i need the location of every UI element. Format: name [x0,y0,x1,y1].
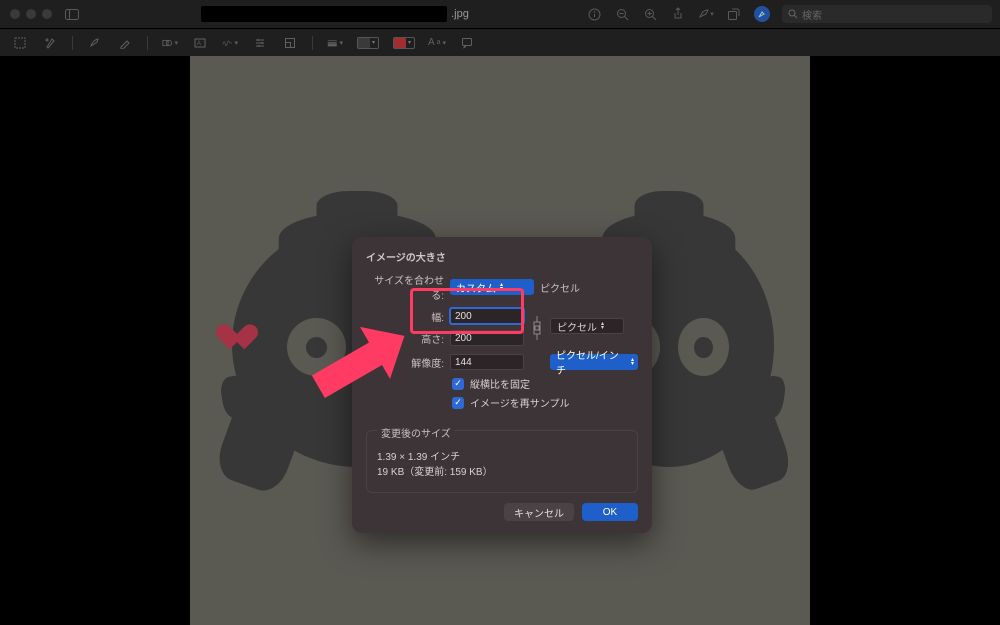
width-row: 幅: 200 [366,308,524,324]
fit-into-select[interactable]: カスタム ▴▾ [450,279,534,295]
height-input[interactable]: 200 [450,330,524,346]
zoom-in-icon[interactable] [642,6,658,22]
zoom-out-icon[interactable] [614,6,630,22]
window-title: .jpg [90,0,580,28]
resample-checkbox[interactable]: ✓ [452,397,464,409]
info-icon[interactable] [586,6,602,22]
width-input[interactable]: 200 [450,308,524,324]
heart-decoration [225,314,253,342]
markup-toolbar: ▾ A ▾ ▾ ▾ ▾ Aa▾ [0,28,1000,56]
width-label: 幅: [366,309,444,324]
filename-redacted [201,6,447,22]
stroke-color-picker[interactable]: ▾ [357,37,379,49]
resolution-row: 解像度: 144 ピクセル/インチ ▴▾ [366,354,638,370]
dialog-title: イメージの大きさ [366,249,638,264]
draw-tool-icon[interactable] [117,35,133,51]
resulting-size-group: 変更後のサイズ 1.39 × 1.39 インチ 19 KB（変更前: 159 K… [366,430,638,493]
highlight-icon[interactable] [754,6,770,22]
titlebar: .jpg ▾ 検索 [0,0,1000,28]
sketch-tool-icon[interactable] [87,35,103,51]
height-row: 高さ: 200 [366,330,524,346]
text-tool-icon[interactable]: A [192,35,208,51]
dimension-unit-select[interactable]: ピクセル ▴▾ [550,318,624,334]
scale-proportionally-checkbox[interactable]: ✓ [452,378,464,390]
separator [147,36,148,50]
separator [72,36,73,50]
resolution-unit-select[interactable]: ピクセル/インチ ▴▾ [550,354,638,370]
selection-tool-icon[interactable] [12,35,28,51]
instant-alpha-icon[interactable] [42,35,58,51]
close-window-button[interactable] [10,9,20,19]
share-icon[interactable] [670,6,686,22]
search-icon [788,9,798,19]
filename-extension: .jpg [451,8,469,20]
separator [312,36,313,50]
updown-icon: ▴▾ [601,322,604,330]
fit-into-unit: ピクセル [540,280,580,295]
height-label: 高さ: [366,331,444,346]
resolution-unit-value: ピクセル/インチ [556,347,627,377]
resample-row: ✓ イメージを再サンプル [452,395,638,410]
line-style-dropdown[interactable]: ▾ [327,35,343,51]
resulting-filesize: 19 KB（変更前: 159 KB） [377,463,627,478]
adjust-color-icon[interactable] [252,35,268,51]
resolution-label: 解像度: [366,355,444,370]
minimize-window-button[interactable] [26,9,36,19]
titlebar-right: ▾ 検索 [586,0,992,28]
app-root: .jpg ▾ 検索 ▾ A ▾ ▾ ▾ ▾ A [0,0,1000,625]
search-input[interactable]: 検索 [782,5,992,23]
zoom-window-button[interactable] [42,9,52,19]
font-style-dropdown[interactable]: Aa▾ [429,35,445,51]
resulting-dimensions: 1.39 × 1.39 インチ [377,448,627,463]
fit-into-row: サイズを合わせる: カスタム ▴▾ ピクセル [366,272,638,302]
markup-dropdown-icon[interactable]: ▾ [698,6,714,22]
resulting-size-title: 変更後のサイズ [377,425,455,440]
resolution-input[interactable]: 144 [450,354,524,370]
rotate-icon[interactable] [726,6,742,22]
window-controls [10,9,52,19]
updown-icon: ▴▾ [500,283,503,291]
ok-button[interactable]: OK [582,503,638,521]
lock-aspect-icon[interactable] [530,308,544,348]
annotate-icon[interactable] [459,35,475,51]
image-size-dialog: イメージの大きさ サイズを合わせる: カスタム ▴▾ ピクセル 幅: 200 [352,237,652,533]
fit-into-label: サイズを合わせる: [366,272,444,302]
canvas-area: イメージの大きさ サイズを合わせる: カスタム ▴▾ ピクセル 幅: 200 [0,56,1000,625]
sign-dropdown-icon[interactable]: ▾ [222,35,238,51]
resample-label: イメージを再サンプル [470,395,570,410]
updown-icon: ▴▾ [631,358,634,366]
fit-into-value: カスタム [456,280,496,295]
sidebar-toggle-icon[interactable] [64,6,80,22]
scale-proportionally-label: 縦横比を固定 [470,376,530,391]
scale-proportionally-row: ✓ 縦横比を固定 [452,376,638,391]
shapes-dropdown-icon[interactable]: ▾ [162,35,178,51]
svg-text:A: A [197,41,201,47]
dimension-unit-value: ピクセル [557,319,597,334]
fill-color-picker[interactable]: ▾ [393,37,415,49]
search-placeholder: 検索 [802,7,822,22]
cancel-button[interactable]: キャンセル [504,503,574,521]
dialog-button-bar: キャンセル OK [352,503,652,533]
adjust-size-icon[interactable] [282,35,298,51]
